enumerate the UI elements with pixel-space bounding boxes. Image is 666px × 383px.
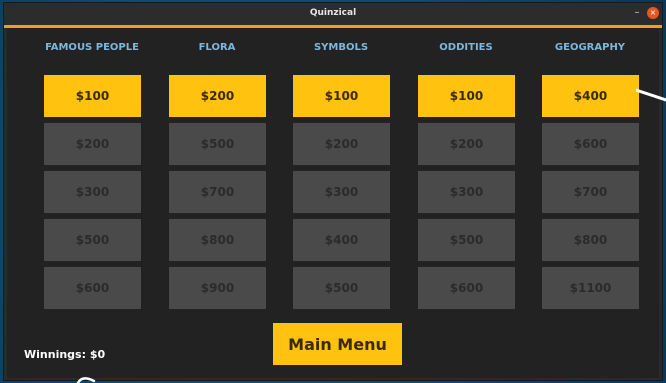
question-tile-answered: $200 [44, 123, 141, 165]
winnings-label: Winnings: $0 [24, 348, 106, 361]
question-tile-answered: $200 [418, 123, 515, 165]
question-tile-answered: $500 [293, 267, 390, 309]
category-header: SYMBOLS [313, 42, 369, 53]
question-tile-answered: $1100 [542, 267, 639, 309]
question-tile-available[interactable]: $400 [542, 75, 639, 117]
question-tile-available[interactable]: $200 [169, 75, 266, 117]
category-header: ODDITIES [439, 42, 493, 53]
question-tile-answered: $800 [169, 219, 266, 261]
question-tile-answered: $700 [169, 171, 266, 213]
category-header: GEOGRAPHY [554, 42, 626, 53]
minimize-button[interactable]: – [630, 6, 644, 20]
question-tile-available[interactable]: $100 [293, 75, 390, 117]
cursor-mark [76, 377, 96, 383]
game-board: Main Menu Winnings: $0 FAMOUS PEOPLE $100… [7, 28, 659, 378]
question-tile-answered: $800 [542, 219, 639, 261]
question-tile-available[interactable]: $100 [418, 75, 515, 117]
close-button[interactable]: × [647, 7, 659, 19]
window-title: Quinzical [309, 8, 357, 18]
question-tile-answered: $200 [293, 123, 390, 165]
question-tile-answered: $300 [293, 171, 390, 213]
title-bar[interactable]: Quinzical – × [4, 3, 662, 28]
question-tile-answered: $700 [542, 171, 639, 213]
question-tile-answered: $500 [169, 123, 266, 165]
category-header: FAMOUS PEOPLE [45, 42, 139, 53]
question-tile-answered: $300 [418, 171, 515, 213]
question-tile-answered: $500 [44, 219, 141, 261]
question-tile-answered: $600 [542, 123, 639, 165]
app-window: Quinzical – × Main Menu Winnings: $0 FAM… [3, 2, 663, 381]
question-tile-answered: $600 [418, 267, 515, 309]
question-tile-answered: $600 [44, 267, 141, 309]
question-tile-answered: $300 [44, 171, 141, 213]
question-tile-answered: $500 [418, 219, 515, 261]
question-tile-answered: $900 [169, 267, 266, 309]
question-tile-answered: $400 [293, 219, 390, 261]
main-menu-button[interactable]: Main Menu [273, 323, 402, 365]
category-header: FLORA [198, 42, 236, 53]
question-tile-available[interactable]: $100 [44, 75, 141, 117]
cursor-streak [636, 88, 666, 102]
